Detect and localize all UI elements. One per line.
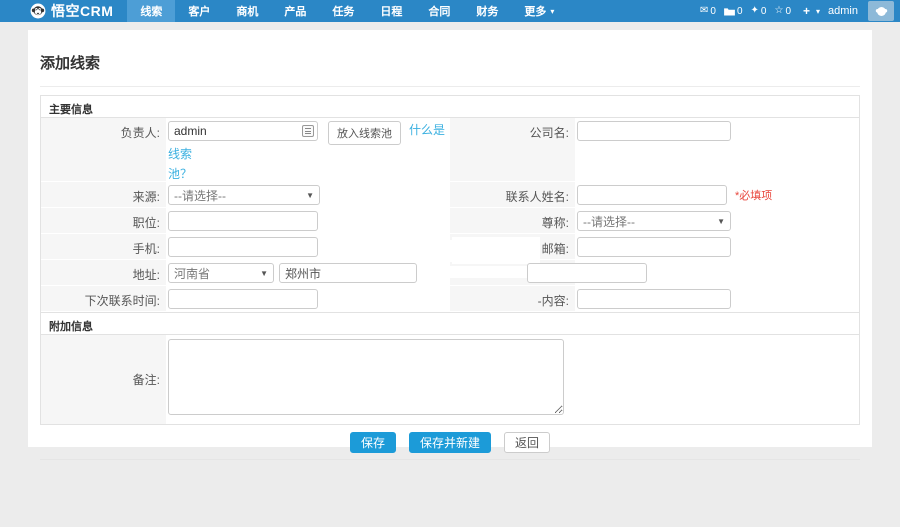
username[interactable]: admin — [828, 5, 858, 17]
nav-item-schedule[interactable]: 日程 — [367, 0, 415, 22]
next-content-value-cell — [575, 286, 860, 312]
select-caret-icon: ▼ — [306, 190, 314, 200]
brand-logo[interactable]: 悟空CRM — [30, 1, 113, 21]
section-extra-info: 附加信息 — [41, 312, 859, 335]
mail-count: 0 — [710, 5, 716, 17]
form-row-source-contact: 来源: --请选择-- ▼ 联系人姓名: *必填项 — [41, 182, 859, 208]
lead-form: 主要信息 负责人: 放入线索池什么是线索 池？ 公司名: 来源: — [40, 95, 860, 425]
select-caret-icon: ▼ — [717, 216, 725, 226]
address-label: 地址: — [41, 260, 166, 286]
company-value-cell — [575, 118, 860, 182]
nav-item-leads[interactable]: 线索 — [127, 0, 176, 22]
form-row-remark: 备注: — [41, 335, 859, 424]
mail-counter[interactable]: ✉ 0 — [700, 6, 716, 17]
form-row-position-salutation: 职位: 尊称: --请选择-- ▼ — [41, 208, 859, 234]
contact-name-value-cell: *必填项 — [575, 182, 860, 208]
nav-item-contracts[interactable]: 合同 — [415, 0, 463, 22]
company-input[interactable] — [577, 121, 731, 141]
main-menu: 线索 客户 商机 产品 任务 日程 合同 财务 更多 ▾ — [127, 0, 567, 22]
province-select[interactable]: 河南省 ▼ — [168, 263, 274, 283]
content-card: 添加线索 主要信息 负责人: 放入线索池什么是线索 池？ 公司名: — [28, 30, 872, 460]
caret-down-icon[interactable]: ▾ — [816, 7, 820, 16]
nav-item-finance[interactable]: 财务 — [463, 0, 511, 22]
top-nav: 悟空CRM 线索 客户 商机 产品 任务 日程 合同 财务 更多 ▾ ✉ 0 0… — [0, 0, 900, 22]
save-and-new-button[interactable]: 保存并新建 — [408, 432, 491, 453]
section-main-info: 主要信息 — [41, 96, 859, 118]
bottom-divider — [40, 459, 860, 460]
caret-down-icon: ▾ — [550, 6, 555, 16]
email-input[interactable] — [577, 237, 731, 257]
source-value-cell: --请选择-- ▼ — [166, 182, 450, 208]
nav-status-area: ✉ 0 0 ✦ 0 ☆ 0 + ▾ admin — [700, 1, 894, 21]
page-title: 添加线索 — [40, 55, 101, 72]
overlay-patch — [330, 240, 457, 262]
mobile-input[interactable] — [168, 237, 318, 257]
nav-item-tasks[interactable]: 任务 — [319, 0, 367, 22]
source-label: 来源: — [41, 182, 166, 208]
what-is-pool-link-wrap[interactable]: 池？ — [168, 165, 192, 182]
city-select[interactable]: 郑州市 — [279, 263, 417, 283]
diamond-counter[interactable]: ✦ 0 — [751, 6, 767, 17]
plus-icon[interactable]: + — [803, 4, 810, 18]
address-value-cell: 河南省 ▼ 郑州市 — [166, 260, 450, 286]
form-actions: 保存 保存并新建 返回 — [28, 425, 872, 459]
required-note: *必填项 — [735, 190, 773, 202]
remark-label: 备注: — [41, 335, 166, 424]
next-time-input[interactable] — [168, 289, 318, 309]
title-divider — [40, 86, 860, 87]
brand-name: 悟空CRM — [51, 3, 114, 19]
folder-count: 0 — [736, 5, 743, 17]
star-count: 0 — [785, 5, 791, 17]
owner-value-cell: 放入线索池什么是线索 池？ — [166, 118, 450, 182]
monkey-logo-icon — [30, 3, 46, 19]
overlay-patch — [452, 237, 540, 264]
mail-icon: ✉ — [700, 5, 709, 16]
nav-item-customers[interactable]: 客户 — [175, 0, 223, 22]
email-value-cell — [575, 234, 860, 260]
position-value-cell — [166, 208, 450, 234]
next-content-label: -内容: — [450, 286, 575, 312]
source-select[interactable]: --请选择-- ▼ — [168, 185, 320, 205]
user-avatar[interactable] — [868, 1, 894, 21]
salutation-value-cell: --请选择-- ▼ — [575, 208, 860, 234]
owner-input[interactable] — [168, 121, 318, 141]
star-icon: ☆ — [774, 5, 784, 16]
salutation-select[interactable]: --请选择-- ▼ — [577, 211, 731, 231]
folder-counter[interactable]: 0 — [724, 6, 743, 17]
next-time-label: 下次联系时间: — [41, 286, 166, 312]
next-time-value-cell — [166, 286, 450, 312]
star-counter[interactable]: ☆ 0 — [774, 6, 791, 17]
contact-name-label: 联系人姓名: — [450, 182, 575, 208]
address-detail-input[interactable] — [527, 263, 647, 283]
save-button[interactable]: 保存 — [349, 432, 396, 453]
contact-name-input[interactable] — [577, 185, 727, 205]
mobile-label: 手机: — [41, 234, 166, 260]
select-caret-icon: ▼ — [260, 268, 268, 278]
nav-item-opportunities[interactable]: 商机 — [223, 0, 271, 22]
monkey-avatar-icon — [875, 6, 887, 16]
back-button[interactable]: 返回 — [504, 432, 551, 453]
address-detail-value-cell — [527, 260, 860, 286]
folder-icon — [724, 7, 735, 16]
diamond-count: 0 — [760, 5, 767, 17]
salutation-label: 尊称: — [450, 208, 575, 234]
contact-picker-icon[interactable] — [302, 125, 314, 137]
position-label: 职位: — [41, 208, 166, 234]
put-into-pool-button[interactable]: 放入线索池 — [328, 121, 401, 145]
form-row-next-contact: 下次联系时间: -内容: — [41, 286, 859, 312]
remark-textarea[interactable] — [168, 339, 564, 415]
company-label: 公司名: — [450, 118, 575, 182]
form-row-owner-company: 负责人: 放入线索池什么是线索 池？ 公司名: — [41, 118, 859, 182]
owner-label: 负责人: — [41, 118, 166, 182]
nav-item-more[interactable]: 更多 ▾ — [511, 0, 567, 22]
position-input[interactable] — [168, 211, 318, 231]
diamond-icon: ✦ — [750, 5, 759, 16]
next-content-input[interactable] — [577, 289, 731, 309]
remark-value-cell — [166, 335, 564, 424]
nav-item-products[interactable]: 产品 — [271, 0, 319, 22]
